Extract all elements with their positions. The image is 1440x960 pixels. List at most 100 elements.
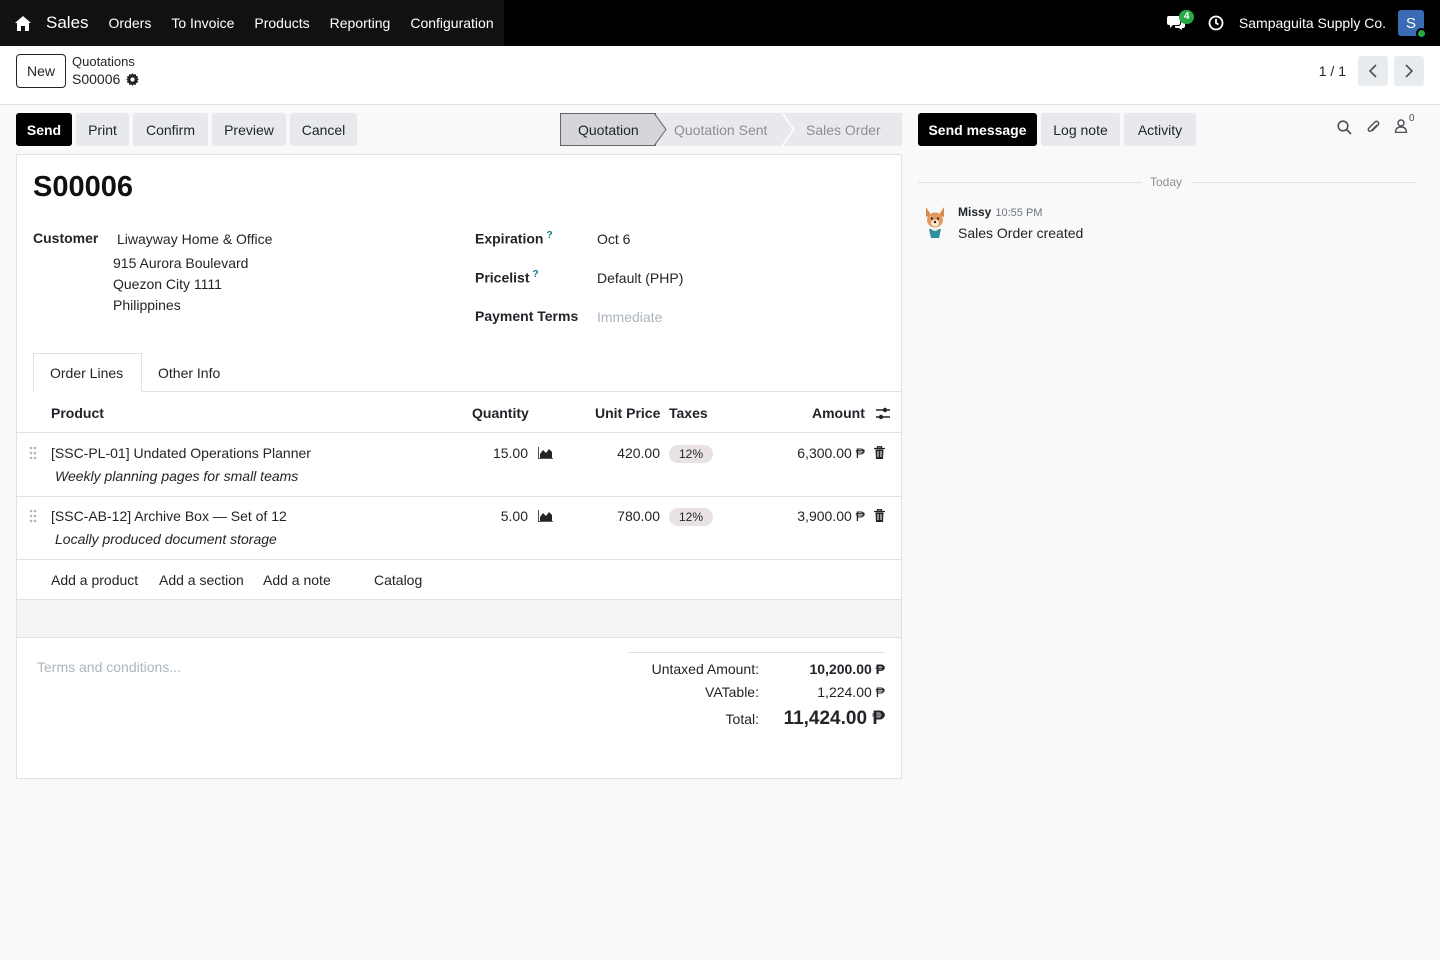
search-icon[interactable] <box>1337 119 1352 135</box>
line-quantity[interactable]: 5.00 <box>501 508 528 524</box>
column-amount[interactable]: Amount <box>812 405 865 421</box>
follower-person-icon <box>1394 119 1408 134</box>
payment-terms-field[interactable]: Immediate <box>597 309 662 325</box>
tax-badge[interactable]: 12% <box>669 508 714 526</box>
total-label: Total: <box>725 711 759 727</box>
tab-order-lines[interactable]: Order Lines <box>33 353 142 392</box>
line-amount: 3,900.00 ₱ <box>797 508 865 524</box>
column-product[interactable]: Product <box>51 405 104 421</box>
column-taxes[interactable]: Taxes <box>669 405 708 421</box>
pricelist-field[interactable]: Default (PHP) <box>597 270 683 286</box>
author-avatar[interactable] <box>922 205 948 239</box>
chatter-panel: Send message Log note Activity 0 Today M… <box>918 105 1440 960</box>
payment-terms-label: Payment Terms <box>475 308 579 324</box>
expiration-field[interactable]: Oct 6 <box>597 231 630 247</box>
form-sheet: S00006 Customer Liwayway Home & Office 9… <box>16 154 902 779</box>
table-filler-row <box>17 600 901 638</box>
add-note-link[interactable]: Add a note <box>263 572 331 588</box>
home-icon[interactable] <box>0 0 46 46</box>
trash-icon[interactable] <box>874 509 885 522</box>
breadcrumb-quotations[interactable]: Quotations <box>72 54 139 69</box>
confirm-button[interactable]: Confirm <box>133 113 208 146</box>
author-name[interactable]: Missy <box>958 205 991 219</box>
menu-products[interactable]: Products <box>244 0 319 46</box>
untaxed-row: Untaxed Amount: 10,200.00 ₱ <box>629 661 885 683</box>
pager-next-button[interactable] <box>1394 56 1424 86</box>
form-statusbar: Send Print Confirm Preview Cancel Quotat… <box>16 113 902 147</box>
terms-conditions-input[interactable]: Terms and conditions... <box>37 659 181 675</box>
line-unit-price[interactable]: 780.00 <box>617 508 660 524</box>
paperclip-icon[interactable] <box>1366 119 1380 135</box>
menu-reporting[interactable]: Reporting <box>320 0 401 46</box>
followers-button[interactable]: 0 <box>1394 113 1416 135</box>
totals-summary: Untaxed Amount: 10,200.00 ₱ VATable: 1,2… <box>629 652 885 729</box>
user-avatar[interactable]: S <box>1398 10 1427 39</box>
print-button[interactable]: Print <box>76 113 129 146</box>
activity-button[interactable]: Activity <box>1124 113 1196 146</box>
menu-orders[interactable]: Orders <box>99 0 162 46</box>
send-message-button[interactable]: Send message <box>918 113 1037 146</box>
help-tooltip-icon[interactable]: ? <box>546 230 552 241</box>
tax-badge[interactable]: 12% <box>669 445 714 463</box>
menu-configuration[interactable]: Configuration <box>400 0 503 46</box>
line-quantity[interactable]: 15.00 <box>493 445 528 461</box>
table-row[interactable]: [SSC-AB-12] Archive Box — Set of 12 Loca… <box>17 497 901 560</box>
chevron-left-icon <box>1369 64 1377 78</box>
top-navbar: Sales Orders To Invoice Products Reporti… <box>0 0 1440 46</box>
separator-line <box>918 182 1142 183</box>
company-switcher[interactable]: Sampaguita Supply Co. <box>1239 15 1386 31</box>
add-line-controls: Add a product Add a section Add a note C… <box>17 560 901 600</box>
customer-field[interactable]: Liwayway Home & Office <box>117 231 272 247</box>
message-count-badge: 4 <box>1178 10 1195 24</box>
stage-quotation-sent[interactable]: Quotation Sent <box>656 113 786 146</box>
menu-to-invoice[interactable]: To Invoice <box>161 0 244 46</box>
notebook-tabs: Order Lines Other Info <box>33 353 901 392</box>
line-description: Locally produced document storage <box>55 531 277 547</box>
new-button[interactable]: New <box>16 54 67 88</box>
vat-row: VATable: 1,224.00 ₱ <box>629 684 885 706</box>
pager-previous-button[interactable] <box>1358 56 1388 86</box>
gear-icon[interactable] <box>126 72 140 86</box>
activity-clock-icon[interactable] <box>1201 8 1231 38</box>
catalog-link[interactable]: Catalog <box>374 572 422 588</box>
line-product[interactable]: [SSC-PL-01] Undated Operations Planner <box>51 445 311 461</box>
app-name[interactable]: Sales <box>46 13 99 33</box>
line-description: Weekly planning pages for small teams <box>55 468 299 484</box>
line-unit-price[interactable]: 420.00 <box>617 445 660 461</box>
trash-icon[interactable] <box>874 446 885 459</box>
drag-handle-icon[interactable] <box>29 509 37 523</box>
cancel-button[interactable]: Cancel <box>290 113 357 146</box>
untaxed-label: Untaxed Amount: <box>651 661 759 677</box>
stage-quotation[interactable]: Quotation <box>560 113 656 146</box>
help-tooltip-icon[interactable]: ? <box>532 269 538 280</box>
stage-sales-order[interactable]: Sales Order <box>786 113 902 146</box>
message-time: 10:55 PM <box>995 207 1043 219</box>
log-note-button[interactable]: Log note <box>1041 113 1120 146</box>
pager: 1 / 1 <box>1319 56 1424 86</box>
separator-line <box>1192 182 1416 183</box>
send-button[interactable]: Send <box>16 113 72 146</box>
control-panel: New Quotations S00006 1 / 1 <box>0 46 1440 105</box>
pager-value[interactable]: 1 / 1 <box>1319 63 1346 79</box>
add-product-link[interactable]: Add a product <box>51 572 138 588</box>
add-section-link[interactable]: Add a section <box>159 572 244 588</box>
tab-other-info[interactable]: Other Info <box>142 353 236 392</box>
follower-count: 0 <box>1409 113 1415 124</box>
order-lines-header: Product Quantity Unit Price Taxes Amount <box>17 393 901 433</box>
pricelist-label: Pricelist? <box>475 269 539 286</box>
table-row[interactable]: [SSC-PL-01] Undated Operations Planner W… <box>17 434 901 497</box>
drag-handle-icon[interactable] <box>29 446 37 460</box>
column-unit-price[interactable]: Unit Price <box>595 405 660 421</box>
stage-arrow-icon <box>654 113 667 146</box>
chevron-right-icon <box>1405 64 1413 78</box>
optional-columns-icon[interactable] <box>876 407 890 420</box>
breadcrumb-current: S00006 <box>72 71 140 87</box>
column-quantity[interactable]: Quantity <box>472 405 529 421</box>
message-author: Missy 10:55 PM <box>958 205 1042 219</box>
messages-button[interactable]: 4 <box>1161 8 1195 38</box>
forecast-chart-icon[interactable] <box>538 447 553 459</box>
forecast-chart-icon[interactable] <box>538 510 553 522</box>
line-product[interactable]: [SSC-AB-12] Archive Box — Set of 12 <box>51 508 287 524</box>
stage-pipeline: Quotation Quotation Sent Sales Order <box>560 113 902 146</box>
preview-button[interactable]: Preview <box>212 113 286 146</box>
